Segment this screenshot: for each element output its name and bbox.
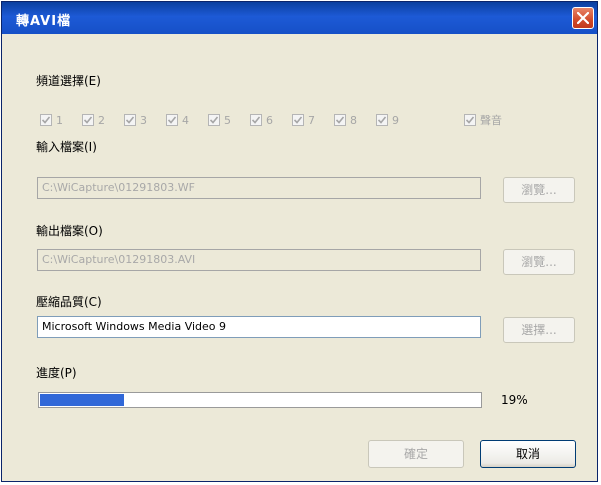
progress-bar [38, 392, 482, 408]
output-file-field[interactable]: C:\WiCapture\01291803.AVI [37, 249, 481, 271]
channel-checkbox-8[interactable]: 8 [334, 112, 357, 128]
channel-number: 4 [182, 113, 189, 127]
channel-number: 3 [140, 113, 147, 127]
channel-checkbox-4[interactable]: 4 [166, 112, 189, 128]
browse-output-button[interactable]: 瀏覽... [503, 249, 575, 275]
browse-input-button[interactable]: 瀏覽... [503, 177, 575, 203]
channel-number: 5 [224, 113, 231, 127]
progress-fill [40, 394, 124, 406]
cancel-button[interactable]: 取消 [480, 440, 576, 468]
checkbox-checked-icon [464, 114, 476, 126]
channel-checkbox-7[interactable]: 7 [292, 112, 315, 128]
channel-number: 8 [350, 113, 357, 127]
checkbox-checked-icon [208, 114, 220, 126]
channel-checkbox-5[interactable]: 5 [208, 112, 231, 128]
input-file-field[interactable]: C:\WiCapture\01291803.WF [37, 177, 481, 199]
channel-number: 7 [308, 113, 315, 127]
checkbox-checked-icon [250, 114, 262, 126]
progress-percent: 19% [501, 393, 528, 407]
checkbox-checked-icon [124, 114, 136, 126]
title-bar[interactable]: 轉AVI檔 [2, 2, 597, 34]
codec-label: 壓縮品質(C) [36, 295, 102, 309]
channel-checkbox-6[interactable]: 6 [250, 112, 273, 128]
checkbox-checked-icon [82, 114, 94, 126]
checkbox-checked-icon [166, 114, 178, 126]
audio-checkbox[interactable]: 聲音 [464, 112, 502, 128]
channel-checkbox-2[interactable]: 2 [82, 112, 105, 128]
dialog-body: 頻道選擇(E) 1 2 3 4 5 6 7 8 9 聲音 輸入檔案(I) C:\… [2, 34, 597, 481]
codec-field[interactable]: Microsoft Windows Media Video 9 [37, 316, 481, 338]
window-title: 轉AVI檔 [16, 14, 72, 29]
input-file-label: 輸入檔案(I) [36, 140, 97, 154]
channel-number: 1 [56, 113, 63, 127]
progress-label: 進度(P) [36, 366, 77, 380]
convert-avi-dialog: 轉AVI檔 頻道選擇(E) 1 2 3 4 5 6 7 8 9 聲音 輸入檔案(… [1, 1, 598, 482]
channel-number: 6 [266, 113, 273, 127]
ok-button[interactable]: 確定 [368, 440, 464, 468]
channel-number: 9 [392, 113, 399, 127]
checkbox-checked-icon [292, 114, 304, 126]
channel-checkbox-3[interactable]: 3 [124, 112, 147, 128]
checkbox-checked-icon [40, 114, 52, 126]
close-icon [577, 12, 589, 24]
checkbox-checked-icon [334, 114, 346, 126]
close-button[interactable] [572, 7, 594, 29]
channel-select-label: 頻道選擇(E) [36, 74, 101, 88]
channel-checkbox-9[interactable]: 9 [376, 112, 399, 128]
channel-checkbox-1[interactable]: 1 [40, 112, 63, 128]
checkbox-checked-icon [376, 114, 388, 126]
channel-number: 2 [98, 113, 105, 127]
audio-label: 聲音 [480, 114, 502, 127]
output-file-label: 輸出檔案(O) [36, 224, 103, 238]
select-codec-button[interactable]: 選擇... [503, 317, 575, 343]
